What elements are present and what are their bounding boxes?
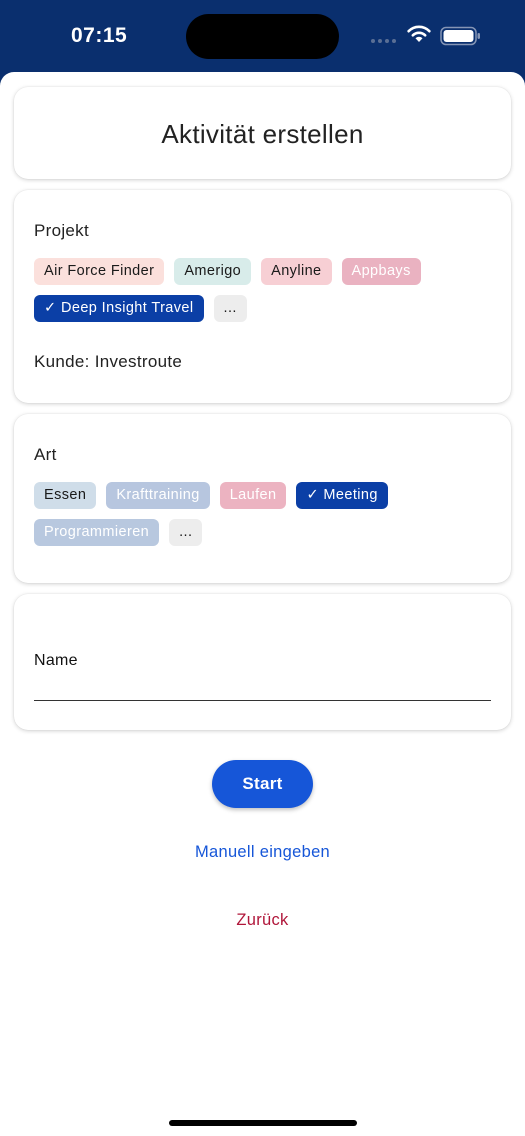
chip[interactable]: Anyline	[261, 258, 332, 285]
page-title: Aktivität erstellen	[161, 119, 364, 149]
chip[interactable]: Krafttraining	[106, 482, 210, 509]
project-label: Projekt	[34, 221, 90, 240]
cellular-signal-icon	[371, 39, 396, 43]
name-input[interactable]	[34, 674, 491, 701]
wifi-icon	[407, 25, 431, 42]
project-card: Projekt Air Force Finder Amerigo Anyline Ap…	[14, 190, 511, 403]
more-chip[interactable]: ...	[213, 295, 247, 322]
dynamic-island	[186, 14, 339, 59]
activity-type-label: Art	[34, 445, 57, 464]
customer-text: Kunde: Investroute	[34, 352, 183, 371]
project-chip-list: Air Force Finder Amerigo Anyline Appbays ✓ D…	[34, 258, 495, 322]
manual-entry-link[interactable]: Manuell eingeben	[0, 843, 525, 862]
chip[interactable]: Programmieren	[34, 519, 160, 546]
title-card: Aktivität erstellen	[14, 87, 511, 179]
selected-chip[interactable]: ✓ Meeting	[296, 482, 388, 509]
selected-chip[interactable]: ✓ Deep Insight Travel	[34, 295, 204, 322]
name-card: Name	[14, 594, 511, 730]
chip[interactable]: Air Force Finder	[34, 258, 165, 285]
chip[interactable]: Appbays	[341, 258, 421, 285]
more-chip[interactable]: ...	[169, 519, 203, 546]
start-button[interactable]: Start	[212, 760, 313, 808]
home-indicator[interactable]	[169, 1120, 357, 1126]
chip[interactable]: Laufen	[219, 482, 287, 509]
name-label: Name	[34, 652, 78, 669]
chip[interactable]: Essen	[34, 482, 97, 509]
status-time: 07:15	[71, 24, 128, 47]
back-link[interactable]: Zurück	[0, 911, 525, 930]
chip[interactable]: Amerigo	[174, 258, 252, 285]
status-bar: 07:15	[0, 0, 525, 80]
activity-type-chip-list: Essen Krafttraining Laufen ✓ Meeting Program…	[34, 482, 495, 546]
battery-icon	[440, 26, 480, 46]
activity-type-card: Art Essen Krafttraining Laufen ✓ Meeting Pro…	[14, 414, 511, 583]
